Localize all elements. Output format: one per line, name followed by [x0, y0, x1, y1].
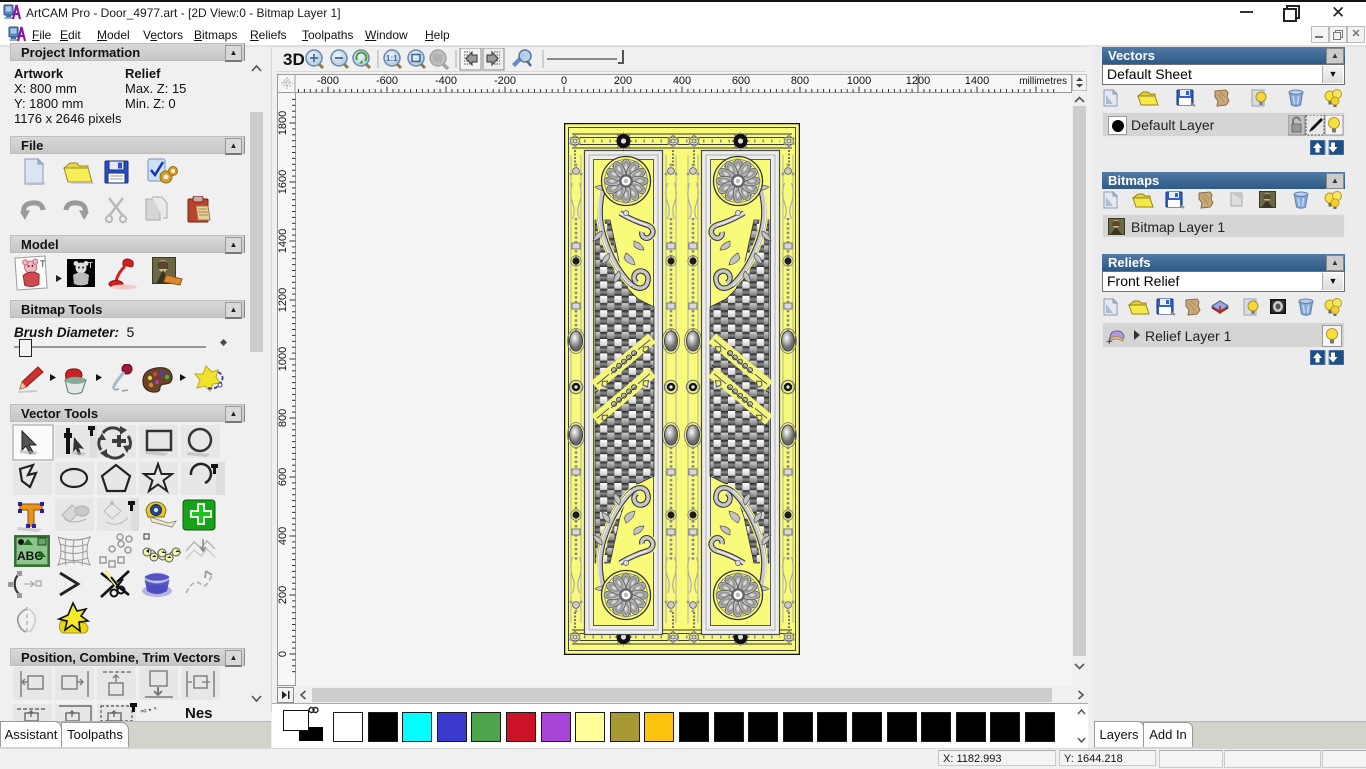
svg-text:0: 0: [277, 651, 289, 657]
svg-text:200: 200: [614, 75, 632, 87]
svg-text:800: 800: [277, 409, 289, 427]
svg-text:400: 400: [277, 527, 289, 545]
svg-text:-400: -400: [435, 75, 457, 87]
svg-text:-600: -600: [376, 75, 398, 87]
svg-text:600: 600: [732, 75, 750, 87]
svg-text:1200: 1200: [277, 288, 289, 312]
svg-text:1:1: 1:1: [386, 54, 398, 63]
svg-text:1000: 1000: [847, 75, 871, 87]
svg-text:°º * °: °º * °: [140, 705, 158, 717]
svg-text:T: T: [88, 261, 93, 270]
svg-text:+: +: [1106, 336, 1112, 346]
svg-text:0: 0: [561, 75, 567, 87]
svg-text:-800: -800: [317, 75, 339, 87]
svg-text:200: 200: [277, 586, 289, 604]
svg-text:1400: 1400: [277, 229, 289, 253]
svg-text:-200: -200: [494, 75, 516, 87]
svg-text:1000: 1000: [277, 347, 289, 371]
svg-text:millimetres: millimetres: [1019, 76, 1067, 87]
svg-text:1600: 1600: [277, 170, 289, 194]
svg-text:400: 400: [673, 75, 691, 87]
svg-text:1400: 1400: [965, 75, 989, 87]
svg-text:600: 600: [277, 468, 289, 486]
svg-text:Nes: Nes: [185, 705, 213, 721]
svg-text:T: T: [40, 259, 46, 269]
svg-text:1800: 1800: [277, 111, 289, 135]
svg-text:800: 800: [791, 75, 809, 87]
